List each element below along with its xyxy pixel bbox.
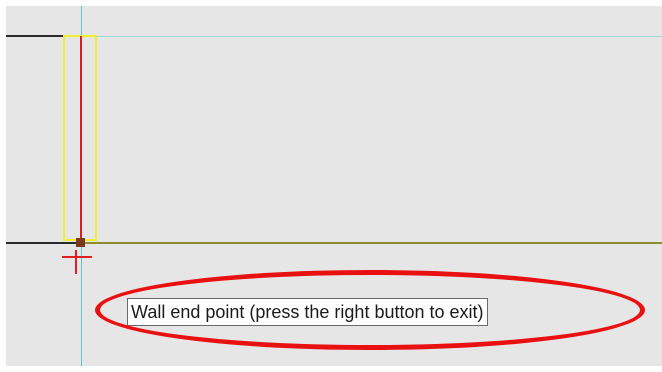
horizontal-guide-line	[81, 36, 662, 37]
wall-bottom-edge-left	[6, 242, 81, 244]
crosshair-cursor-icon	[75, 250, 77, 274]
crosshair-cursor-icon	[62, 256, 92, 258]
wall-endpoint-marker	[76, 238, 85, 247]
wall-centerline	[80, 36, 82, 243]
highlight-annotation-ellipse	[95, 270, 645, 350]
wall-bottom-edge-right	[82, 242, 662, 244]
